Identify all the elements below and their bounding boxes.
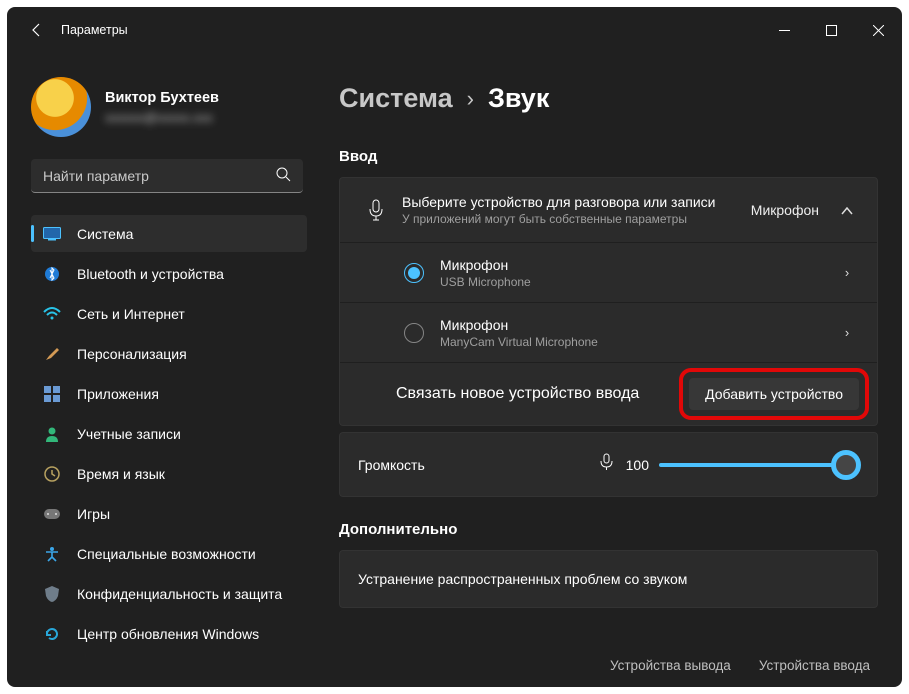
radio-selected[interactable] [404,263,424,283]
input-device-header[interactable]: Выберите устройство для разговора или за… [340,178,877,243]
wifi-icon [43,305,61,323]
sidebar-item-label: Игры [77,506,110,522]
sidebar-item-label: Персонализация [77,346,187,362]
avatar [31,77,91,137]
chevron-up-icon[interactable] [835,203,859,218]
nav: Система Bluetooth и устройства Сеть и Ин… [31,215,307,652]
sidebar-item-label: Конфиденциальность и защита [77,586,282,602]
profile-name: Виктор Бухтеев [105,90,219,106]
profile[interactable]: Виктор Бухтеев xxxxxx@xxxxx.xxx [31,77,307,137]
device-sub: USB Microphone [440,275,835,289]
pair-device-row: Связать новое устройство ввода Добавить … [340,363,877,425]
input-header-value: Микрофон [751,202,819,218]
breadcrumb: Система › Звук [339,83,878,114]
volume-label: Громкость [358,457,425,473]
sidebar-item-personalization[interactable]: Персонализация [31,335,307,372]
device-name: Микрофон [440,317,835,333]
sidebar-item-label: Сеть и Интернет [77,306,185,322]
sidebar-item-accounts[interactable]: Учетные записи [31,415,307,452]
profile-email: xxxxxx@xxxxx.xxx [105,110,219,125]
search-icon [276,167,291,185]
sidebar-item-label: Bluetooth и устройства [77,266,224,282]
add-device-button[interactable]: Добавить устройство [689,378,859,410]
sidebar-item-network[interactable]: Сеть и Интернет [31,295,307,332]
chevron-right-icon[interactable]: › [835,265,859,280]
bluetooth-icon [43,265,61,283]
footer-output-link[interactable]: Устройства вывода [610,658,731,673]
window-title: Параметры [61,23,128,37]
sidebar-item-accessibility[interactable]: Специальные возможности [31,535,307,572]
main: Система › Звук Ввод Выберите устройство … [315,53,902,687]
section-input: Ввод [339,148,878,165]
troubleshoot-label: Устранение распространенных проблем со з… [358,571,687,587]
footer-links: Устройства вывода Устройства ввода [339,644,878,687]
sidebar: Виктор Бухтеев xxxxxx@xxxxx.xxx Система … [7,53,315,687]
apps-icon [43,385,61,403]
mic-icon [358,199,394,221]
input-device-item[interactable]: Микрофон ManyCam Virtual Microphone › [340,303,877,363]
troubleshoot-card[interactable]: Устранение распространенных проблем со з… [339,550,878,608]
sidebar-item-update[interactable]: Центр обновления Windows [31,615,307,652]
sidebar-item-time[interactable]: Время и язык [31,455,307,492]
chevron-right-icon[interactable]: › [835,325,859,340]
input-header-title: Выберите устройство для разговора или за… [402,194,751,210]
section-more: Дополнительно [339,521,878,538]
annotation-highlight: Добавить устройство [679,368,869,420]
volume-row: Громкость 100 [339,432,878,497]
breadcrumb-current: Звук [488,83,549,114]
sidebar-item-bluetooth[interactable]: Bluetooth и устройства [31,255,307,292]
input-header-subtitle: У приложений могут быть собственные пара… [402,212,751,226]
gamepad-icon [43,505,61,523]
device-name: Микрофон [440,257,835,273]
settings-window: Параметры Виктор Бухтеев xxxxxx@xxxxx.xx… [7,7,902,687]
volume-value: 100 [626,457,649,473]
title-bar: Параметры [7,7,902,53]
search-input[interactable] [31,159,303,193]
brush-icon [43,345,61,363]
input-device-item[interactable]: Микрофон USB Microphone › [340,243,877,303]
back-button[interactable] [21,14,53,46]
pair-device-label: Связать новое устройство ввода [396,385,689,403]
sidebar-item-label: Специальные возможности [77,546,256,562]
update-icon [43,625,61,643]
sidebar-item-label: Приложения [77,386,159,402]
sidebar-item-gaming[interactable]: Игры [31,495,307,532]
sidebar-item-apps[interactable]: Приложения [31,375,307,412]
shield-icon [43,585,61,603]
footer-input-link[interactable]: Устройства ввода [759,658,870,673]
system-icon [43,225,61,243]
person-icon [43,425,61,443]
sidebar-item-label: Центр обновления Windows [77,626,259,642]
device-sub: ManyCam Virtual Microphone [440,335,835,349]
chevron-right-icon: › [467,86,474,112]
volume-slider[interactable] [659,463,859,467]
accessibility-icon [43,545,61,563]
clock-icon [43,465,61,483]
maximize-button[interactable] [808,14,855,46]
breadcrumb-parent[interactable]: Система [339,83,453,114]
input-devices-card: Выберите устройство для разговора или за… [339,177,878,426]
sidebar-item-system[interactable]: Система [31,215,307,252]
sidebar-item-label: Система [77,226,133,242]
mic-icon [599,453,614,476]
radio-unselected[interactable] [404,323,424,343]
sidebar-item-privacy[interactable]: Конфиденциальность и защита [31,575,307,612]
close-button[interactable] [855,14,902,46]
minimize-button[interactable] [761,14,808,46]
sidebar-item-label: Учетные записи [77,426,181,442]
sidebar-item-label: Время и язык [77,466,165,482]
